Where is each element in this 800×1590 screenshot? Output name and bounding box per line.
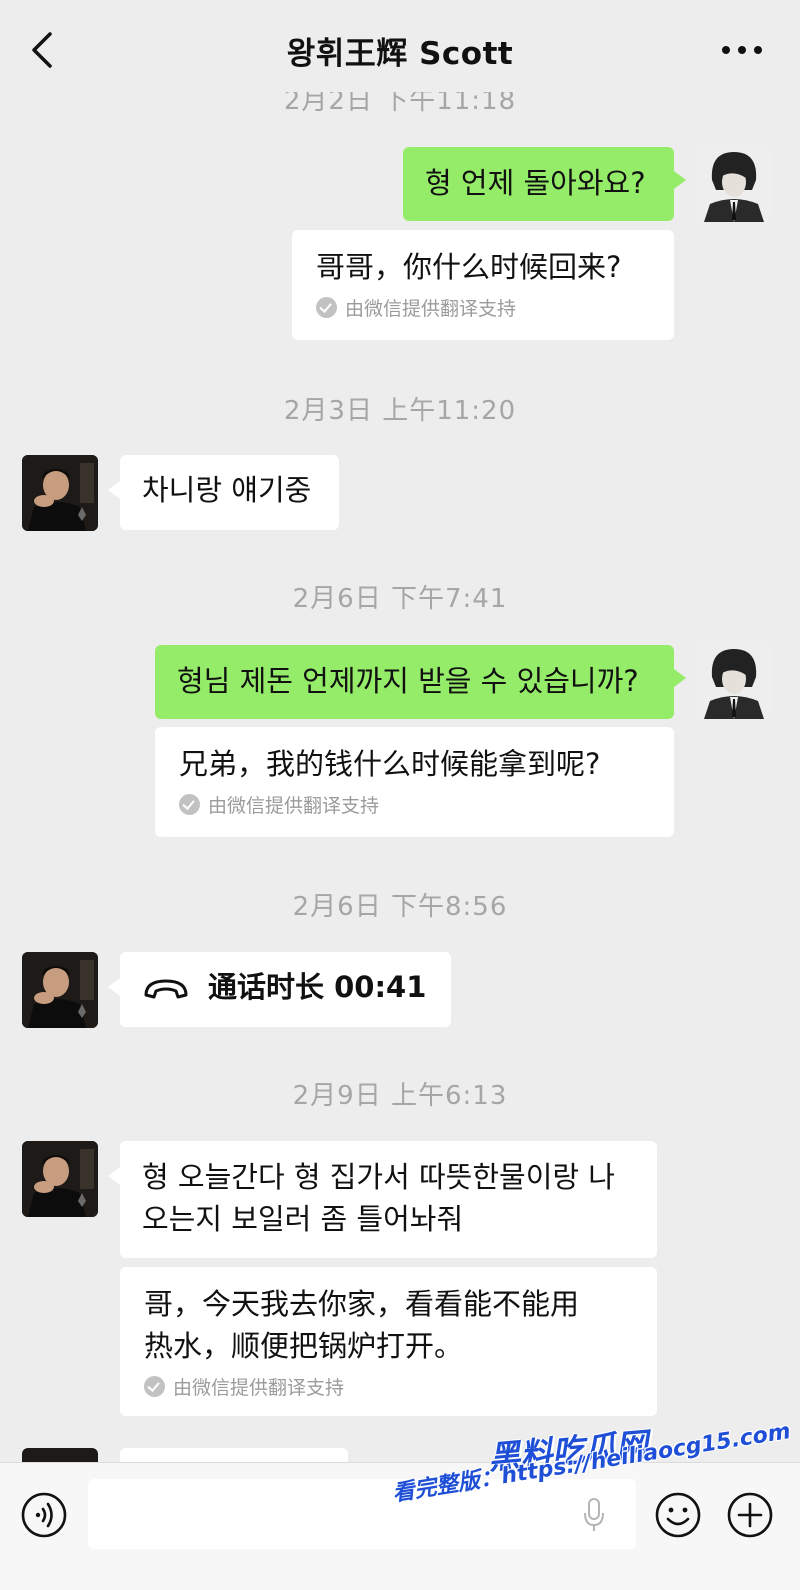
timestamp: 2月6日 下午8:56 <box>292 892 508 922</box>
message-text-line: 형 오늘간다 형 집가서 따뜻한물이랑 나 <box>142 1160 615 1194</box>
timestamp: 2月9日 上午6:13 <box>292 1081 508 1111</box>
contact-avatar[interactable] <box>22 1141 98 1217</box>
phone-hangup-icon <box>144 979 188 999</box>
timestamp: 2月6日 下午7:41 <box>292 584 508 614</box>
translation-text: 兄弟，我的钱什么时候能拿到呢? <box>179 747 601 781</box>
translation-text-line: 哥，今天我去你家，看看能不能用 <box>144 1287 580 1321</box>
mic-icon[interactable] <box>582 1497 606 1533</box>
chat-title: 왕휘王辉 Scott <box>286 36 514 72</box>
check-circle-icon <box>179 794 200 815</box>
received-message-bubble[interactable]: 차니랑 얘기중 <box>108 455 339 530</box>
contact-avatar[interactable] <box>22 952 98 1028</box>
message-text: 형님 제돈 언제까지 받을 수 있습니까? <box>177 664 639 698</box>
my-avatar[interactable] <box>696 146 772 222</box>
voice-icon[interactable] <box>20 1491 68 1539</box>
received-message-bubble[interactable]: 형 오늘간다 형 집가서 따뜻한물이랑 나 오는지 보일러 좀 틀어놔줘 <box>108 1141 657 1258</box>
sent-message-bubble[interactable]: 형 언제 돌아와요? <box>403 147 686 221</box>
contact-avatar[interactable] <box>22 455 98 531</box>
avatar-photo <box>696 643 772 719</box>
translation-credit-label: 由微信提供翻译支持 <box>173 1377 345 1399</box>
plus-icon[interactable] <box>726 1491 774 1539</box>
translation-credit-label: 由微信提供翻译支持 <box>208 795 380 817</box>
translation-card: 哥哥，你什么时候回来? 由微信提供翻译支持 <box>292 230 674 340</box>
message-text: 형 언제 돌아와요? <box>425 166 646 200</box>
message-input[interactable] <box>88 1479 636 1549</box>
avatar-photo <box>22 952 98 1028</box>
more-dots-icon[interactable] <box>720 38 764 62</box>
call-record-bubble[interactable]: 通话时长 00:41 <box>108 952 451 1027</box>
translation-credit: 由微信提供翻译支持 <box>179 791 650 818</box>
translation-credit: 由微信提供翻译支持 <box>144 1373 633 1400</box>
translation-credit: 由微信提供翻译支持 <box>316 294 650 321</box>
chat-header: 왕휘王辉 Scott <box>0 0 800 92</box>
translation-credit-label: 由微信提供翻译支持 <box>345 298 517 320</box>
timestamp: 2月3日 上午11:20 <box>283 396 517 426</box>
avatar-photo <box>22 1141 98 1217</box>
emoji-icon[interactable] <box>654 1491 702 1539</box>
message-text: 차니랑 얘기중 <box>142 473 312 507</box>
call-duration-text: 通话时长 00:41 <box>208 970 427 1004</box>
message-text-line: 오는지 보일러 좀 틀어놔줘 <box>142 1202 464 1236</box>
check-circle-icon <box>316 297 337 318</box>
avatar-photo <box>696 146 772 222</box>
sent-message-bubble[interactable]: 형님 제돈 언제까지 받을 수 있습니까? <box>155 645 686 719</box>
check-circle-icon <box>144 1376 165 1397</box>
my-avatar[interactable] <box>696 643 772 719</box>
translation-card: 兄弟，我的钱什么时候能拿到呢? 由微信提供翻译支持 <box>155 727 674 837</box>
translation-text-line: 热水，顺便把锅炉打开。 <box>144 1329 464 1363</box>
avatar-photo <box>22 455 98 531</box>
translation-text: 哥哥，你什么时候回来? <box>316 250 622 284</box>
translation-card: 哥，今天我去你家，看看能不能用 热水，顺便把锅炉打开。 由微信提供翻译支持 <box>120 1267 657 1416</box>
